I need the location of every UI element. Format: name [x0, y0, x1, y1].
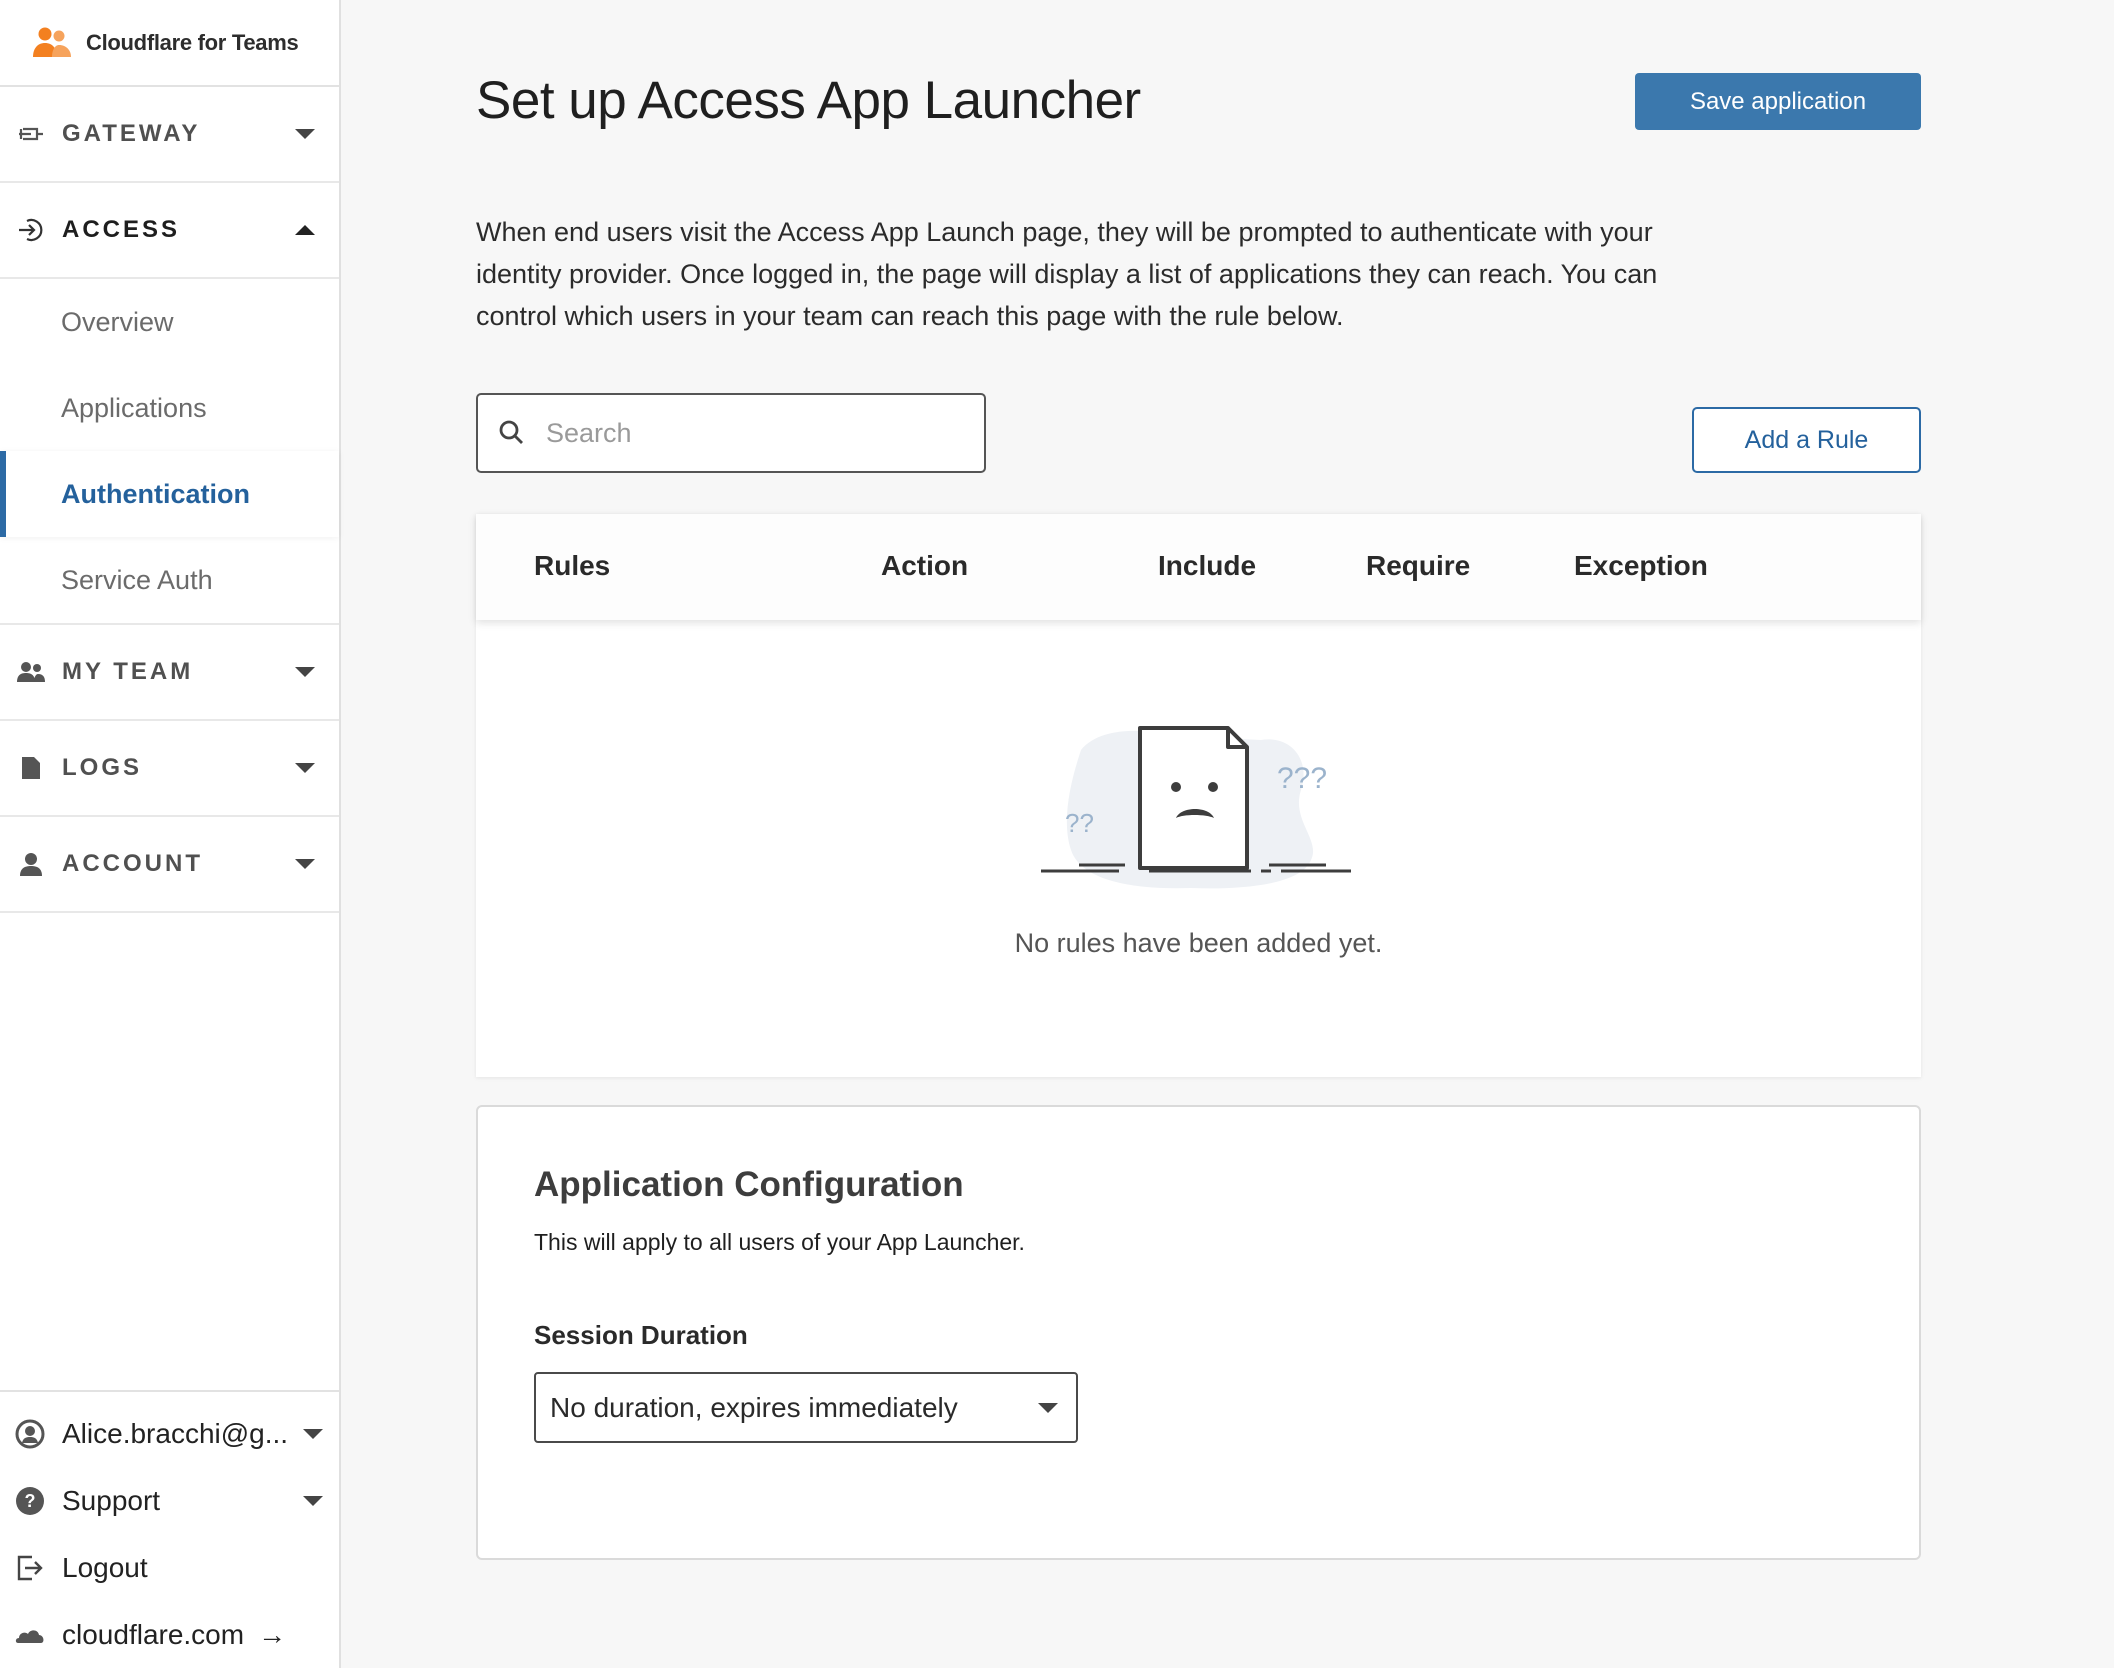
session-duration-label: Session Duration [534, 1320, 748, 1350]
document-icon [16, 753, 46, 783]
user-icon [16, 849, 46, 879]
config-title: Application Configuration [534, 1165, 964, 1204]
chevron-down-icon [303, 1428, 323, 1439]
cloudflare-site-link[interactable]: cloudflare.com → [0, 1601, 339, 1668]
chevron-down-icon [295, 859, 315, 869]
empty-state-message: No rules have been added yet. [1014, 928, 1383, 958]
logout-icon [14, 1552, 46, 1584]
arrow-right-icon: → [258, 1618, 287, 1650]
nav-section-label: LOGS [62, 754, 143, 781]
support-label: Support [62, 1484, 161, 1516]
access-icon [16, 215, 46, 245]
save-application-button[interactable]: Save application [1635, 73, 1921, 130]
nav-section-logs[interactable]: LOGS [0, 721, 339, 817]
user-email: Alice.bracchi@g... [62, 1417, 289, 1449]
help-icon: ? [14, 1485, 46, 1517]
sidebar: Cloudflare for Teams GATEWAY ACCESS Over… [0, 0, 341, 1668]
nav-section-label: ACCESS [62, 216, 181, 243]
user-menu[interactable]: Alice.bracchi@g... [0, 1400, 339, 1467]
column-header-action[interactable]: Action [881, 550, 968, 582]
brand[interactable]: Cloudflare for Teams [0, 0, 339, 87]
sidebar-footer: Alice.bracchi@g... ? Support Logout clou… [0, 1390, 339, 1668]
intro-text: When end users visit the Access App Laun… [476, 217, 1658, 331]
teams-logo-icon [33, 27, 71, 57]
svg-text:??: ?? [1065, 808, 1094, 838]
session-duration-value: No duration, expires immediately [550, 1391, 958, 1423]
user-circle-icon [14, 1418, 46, 1450]
nav-section-label: ACCOUNT [62, 850, 203, 877]
search-input[interactable] [546, 417, 984, 449]
svg-text:???: ??? [1277, 762, 1327, 795]
application-configuration-card: Application Configuration This will appl… [476, 1105, 1921, 1560]
nav-section-gateway[interactable]: GATEWAY [0, 87, 339, 183]
search-icon [499, 420, 523, 444]
nav-section-access[interactable]: ACCESS [0, 183, 339, 279]
page-title: Set up Access App Launcher [476, 71, 1141, 130]
chevron-down-icon [295, 129, 315, 139]
sidebar-item-applications[interactable]: Applications [0, 365, 339, 451]
config-subtitle: This will apply to all users of your App… [534, 1229, 1025, 1255]
chevron-down-icon [295, 667, 315, 677]
session-duration-select[interactable]: No duration, expires immediately [534, 1372, 1078, 1443]
search-field[interactable] [476, 393, 986, 473]
add-rule-button[interactable]: Add a Rule [1692, 407, 1921, 473]
column-header-include[interactable]: Include [1158, 550, 1256, 582]
logout-link[interactable]: Logout [0, 1534, 339, 1601]
chevron-up-icon [295, 225, 315, 235]
chevron-down-icon [295, 763, 315, 773]
rules-table: Rules Action Include Require Exception ?… [476, 514, 1921, 1077]
nav-section-account[interactable]: ACCOUNT [0, 817, 339, 913]
nav-section-my-team[interactable]: MY TEAM [0, 625, 339, 721]
column-header-exception[interactable]: Exception [1574, 550, 1708, 582]
access-subnav: Overview Applications Authentication Ser… [0, 279, 339, 625]
brand-name: Cloudflare for Teams [86, 29, 299, 55]
team-icon [16, 657, 46, 687]
confused-document-illustration: ??? ?? [1041, 726, 1351, 889]
column-header-require[interactable]: Require [1366, 550, 1470, 582]
nav-section-label: GATEWAY [62, 120, 201, 147]
chevron-down-icon [1038, 1402, 1058, 1413]
empty-state: ??? ?? [476, 620, 1921, 1077]
svg-text:?: ? [25, 1491, 36, 1511]
sidebar-item-authentication[interactable]: Authentication [0, 451, 339, 537]
support-menu[interactable]: ? Support [0, 1467, 339, 1534]
sidebar-item-service-auth[interactable]: Service Auth [0, 537, 339, 623]
column-header-rules[interactable]: Rules [534, 550, 610, 582]
gateway-icon [16, 119, 46, 149]
chevron-down-icon [303, 1495, 323, 1506]
nav-section-label: MY TEAM [62, 658, 194, 685]
cloud-icon [14, 1619, 46, 1651]
sidebar-item-overview[interactable]: Overview [0, 279, 339, 365]
logout-label: Logout [62, 1551, 148, 1583]
table-header: Rules Action Include Require Exception [476, 514, 1921, 620]
site-label: cloudflare.com [62, 1618, 245, 1650]
